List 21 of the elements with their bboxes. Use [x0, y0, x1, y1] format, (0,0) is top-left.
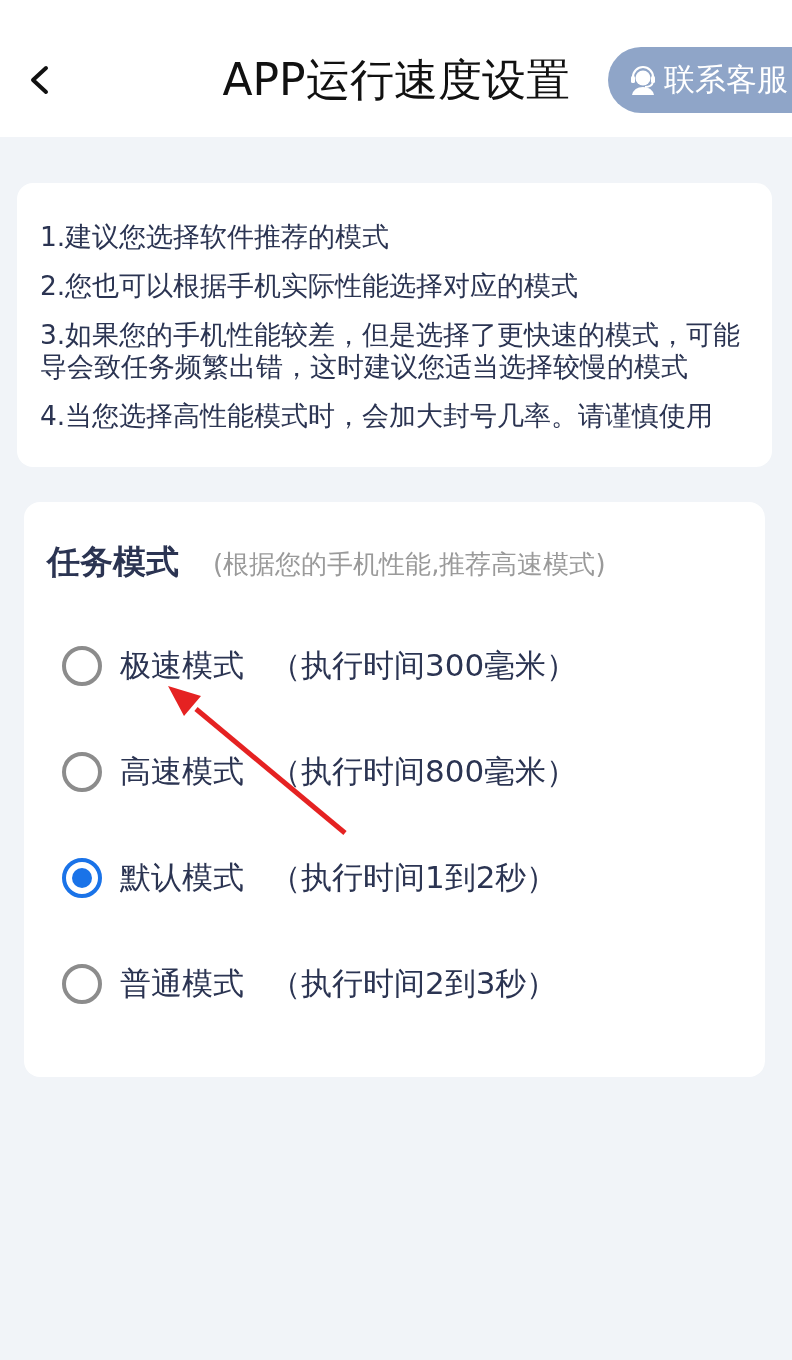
note-text: 2.您也可以根据手机实际性能选择对应的模式 — [40, 270, 580, 302]
mode-label[interactable]: 普通模式 — [120, 963, 244, 1005]
mode-label[interactable]: 默认模式 — [120, 857, 244, 899]
back-icon[interactable] — [29, 65, 50, 95]
radio-button[interactable] — [62, 752, 102, 792]
mode-label[interactable]: 高速模式 — [120, 751, 244, 793]
mode-detail: （执行时间300毫米） — [270, 646, 578, 685]
headset-agent-icon — [628, 65, 658, 95]
page-title: APP运行速度设置 — [222, 52, 570, 107]
mode-label[interactable]: 极速模式 — [120, 645, 244, 687]
section-hint: (根据您的手机性能,推荐高速模式) — [213, 548, 606, 581]
mode-detail: （执行时间800毫米） — [270, 752, 578, 791]
radio-button[interactable] — [62, 858, 102, 898]
note-text: 3.如果您的手机性能较差，但是选择了更快速的模式，可能导会致任务频繁出错，这时建议您适当选择较慢的模式 — [40, 319, 742, 383]
radio-button[interactable] — [62, 646, 102, 686]
radio-button[interactable] — [62, 964, 102, 1004]
section-title: 任务模式 — [47, 542, 179, 582]
note-text: 1.建议您选择软件推荐的模式 — [40, 221, 391, 253]
mode-detail: （执行时间2到3秒） — [270, 964, 558, 1003]
note-text: 4.当您选择高性能模式时，会加大封号几率。请谨慎使用 — [40, 400, 715, 432]
mode-detail: （执行时间1到2秒） — [270, 858, 558, 897]
